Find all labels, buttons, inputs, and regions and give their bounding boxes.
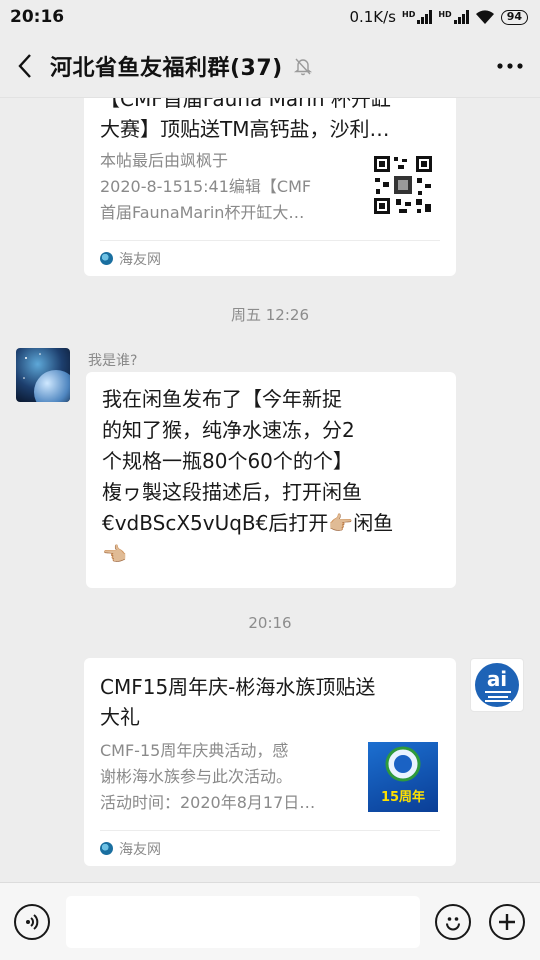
timestamp: 20:16 — [248, 614, 292, 632]
link-card[interactable]: 【CMF首届Fauna Marin 杯开缸 大赛】顶贴送TM高钙盐，沙利… 本帖… — [84, 98, 456, 276]
link-card[interactable]: CMF15周年庆-彬海水族顶贴送 大礼 CMF-15周年庆典活动，感 谢彬海水族… — [84, 658, 456, 866]
network-speed: 0.1K/s — [349, 8, 396, 26]
battery-icon: 94 — [500, 9, 528, 25]
more-dots-icon — [497, 62, 523, 69]
voice-icon — [26, 914, 39, 930]
qr-code-thumbnail — [372, 154, 434, 216]
card-desc-line: 本帖最后由飒枫于 — [100, 151, 229, 170]
avatar-text: ai — [486, 667, 508, 691]
mute-bell-icon — [293, 56, 313, 76]
avatar[interactable] — [16, 348, 70, 402]
message-bubble[interactable]: 我在闲鱼发布了【今年新捉 的知了猴，纯净水速冻，分2 个规格一瓶80个60个的个… — [86, 372, 456, 588]
plus-icon — [499, 914, 515, 930]
card-desc-line: 谢彬海水族参与此次活动。 — [100, 767, 293, 786]
hd-label: HD — [402, 10, 416, 19]
thumbnail-text: 15周年 — [380, 790, 426, 805]
chat-header: 河北省鱼友福利群(37) — [0, 34, 540, 98]
status-indicators: 0.1K/s HD HD 94 — [349, 8, 528, 26]
card-source-bar: 海友网 — [100, 830, 440, 866]
message-input[interactable] — [66, 896, 420, 948]
wifi-icon — [475, 10, 494, 24]
my-avatar[interactable]: ai — [470, 658, 524, 712]
message-line: 我在闲鱼发布了【今年新捉 — [102, 387, 342, 411]
card-source-name: 海友网 — [119, 251, 161, 268]
emoji-button[interactable] — [435, 904, 471, 940]
status-bar: 20:16 0.1K/s HD HD 94 — [0, 0, 540, 34]
status-time: 20:16 — [10, 7, 65, 27]
card-desc-line: 2020-8-1515:41编辑【CMF — [100, 177, 312, 196]
chat-title: 河北省鱼友福利群(37) — [50, 55, 283, 81]
anniversary-thumbnail: 15周年 — [368, 742, 438, 812]
logo-badge-icon — [385, 746, 421, 782]
timestamp: 周五 12:26 — [231, 306, 309, 324]
message-line: 👈🏼 — [102, 542, 127, 566]
hd-label-2: HD — [438, 10, 452, 19]
card-source-bar: 海友网 — [100, 240, 440, 276]
haiyou-logo-icon — [100, 842, 113, 855]
message-line: 椱ヮ製这段描述后，打开闲鱼 — [102, 480, 362, 504]
chat-area[interactable]: 【CMF首届Fauna Marin 杯开缸 大赛】顶贴送TM高钙盐，沙利… 本帖… — [0, 98, 540, 882]
chevron-left-icon — [18, 53, 31, 78]
card-source-name: 海友网 — [119, 841, 161, 858]
card-desc-line: 首届FaunaMarin杯开缸大… — [100, 203, 305, 222]
emoji-icon — [446, 917, 460, 931]
haiyou-logo-icon — [100, 252, 113, 265]
message-line: 个规格一瓶80个60个的个】 — [102, 449, 353, 473]
card-title-line: 【CMF首届Fauna Marin 杯开缸 — [100, 98, 391, 111]
input-bar — [0, 882, 540, 960]
card-title-line: 大赛】顶贴送TM高钙盐，沙利… — [100, 117, 390, 141]
card-title-line: CMF15周年庆-彬海水族顶贴送 — [100, 675, 376, 699]
signal-icon: HD — [402, 10, 433, 24]
signal-icon-2: HD — [438, 10, 469, 24]
card-desc-line: 活动时间：2020年8月17日… — [100, 793, 316, 812]
more-options-button[interactable] — [480, 34, 540, 98]
avatar-lines-icon — [485, 691, 511, 702]
message-line: 的知了猴，纯净水速冻，分2 — [102, 418, 355, 442]
back-button[interactable] — [0, 34, 50, 98]
sender-name: 我是谁? — [88, 353, 138, 369]
voice-button[interactable] — [14, 904, 50, 940]
add-more-button[interactable] — [489, 904, 525, 940]
card-title-line: 大礼 — [100, 705, 140, 729]
message-line: €vdBScX5vUqB€后打开👉🏼闲鱼 — [102, 511, 394, 535]
card-desc-line: CMF-15周年庆典活动，感 — [100, 741, 289, 760]
